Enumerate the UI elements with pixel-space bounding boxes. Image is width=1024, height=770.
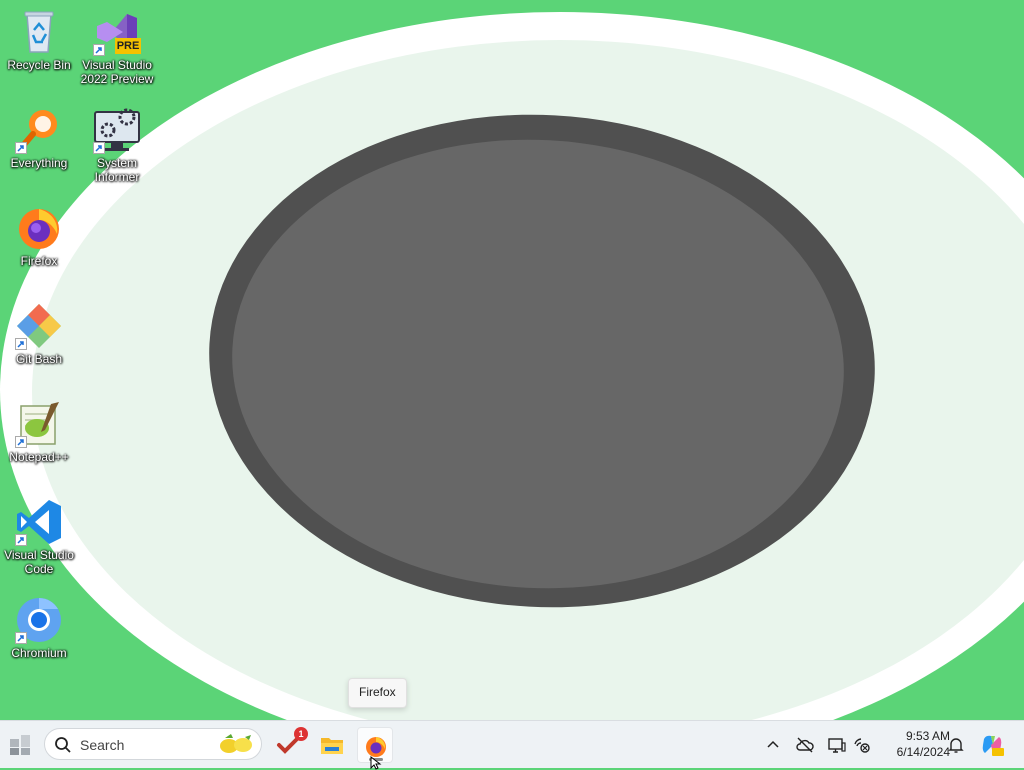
desktop-icon-vscode[interactable]: Visual Studio Code <box>0 498 78 576</box>
shortcut-arrow-icon <box>15 142 27 154</box>
monitor-icon <box>828 738 846 753</box>
chevron-up-icon <box>767 740 779 748</box>
desktop-icon-label: Visual Studio 2022 Preview <box>80 58 154 86</box>
desktop-icon-system-informer[interactable]: System Informer <box>78 106 156 184</box>
search-placeholder: Search <box>80 737 125 753</box>
firefox-icon <box>366 737 386 757</box>
desktop-icon-label: Visual Studio Code <box>4 548 74 576</box>
taskbar: Search 1 9:53 AM 6/14/2024 <box>0 720 1024 768</box>
desktop-icon-everything[interactable]: Everything <box>0 106 78 170</box>
desktop-icon-recycle-bin[interactable]: Recycle Bin <box>0 8 78 72</box>
desktop-icon-label: Firefox <box>20 254 58 268</box>
copilot-button[interactable] <box>974 727 1010 763</box>
desktop-icon-chromium[interactable]: Chromium <box>0 596 78 660</box>
notification-count-badge: 1 <box>294 727 308 741</box>
windows-start-icon <box>10 735 30 755</box>
visual-studio-preview-icon: PRE <box>93 8 141 56</box>
desktop-icon-firefox[interactable]: Firefox <box>0 204 78 268</box>
pre-badge: PRE <box>115 38 141 54</box>
desktop-icon-git-bash[interactable]: Git Bash <box>0 302 78 366</box>
shortcut-arrow-icon <box>15 632 27 644</box>
shortcut-arrow-icon <box>93 44 105 56</box>
shortcut-arrow-icon <box>93 142 105 154</box>
show-hidden-icons-button[interactable] <box>763 735 783 755</box>
desktop-icon-label: Everything <box>10 156 68 170</box>
clock-time: 9:53 AM <box>905 729 950 743</box>
network-disconnected-icon <box>854 738 870 753</box>
firefox-tooltip: Firefox <box>348 678 407 708</box>
taskbar-file-explorer[interactable] <box>314 727 350 763</box>
bell-icon <box>948 738 964 753</box>
system-informer-icon <box>93 106 141 154</box>
search-highlight-lemons-icon <box>220 734 252 753</box>
recycle-bin-icon <box>15 8 63 56</box>
vscode-icon <box>15 498 63 546</box>
taskbar-todo-app[interactable]: 1 <box>270 727 308 763</box>
desktop-icon-visual-studio-preview[interactable]: PRE Visual Studio 2022 Preview <box>78 8 156 86</box>
cloud-offline-icon <box>796 737 814 753</box>
git-bash-icon <box>15 302 63 350</box>
notepad-plus-plus-icon <box>15 400 63 448</box>
network-tray[interactable] <box>852 735 872 755</box>
folder-icon <box>321 738 343 754</box>
start-button[interactable] <box>2 727 38 763</box>
system-clock[interactable]: 9:53 AM 6/14/2024 <box>876 728 950 760</box>
chromium-icon <box>15 596 63 644</box>
desktop-icon-label: Git Bash <box>15 352 63 366</box>
shortcut-arrow-icon <box>15 338 27 350</box>
desktop-icon-label: Notepad++ <box>9 450 69 464</box>
copilot-icon <box>982 735 1004 756</box>
notifications-button[interactable] <box>946 735 966 755</box>
firefox-icon <box>15 204 63 252</box>
shortcut-arrow-icon <box>15 534 27 546</box>
desktop-icon-label: Chromium <box>11 646 67 660</box>
onedrive-tray[interactable] <box>795 735 815 755</box>
search-icon <box>55 737 71 753</box>
clock-date: 6/14/2024 <box>896 745 950 759</box>
shortcut-arrow-icon <box>15 436 27 448</box>
display-tray[interactable] <box>827 735 847 755</box>
everything-search-icon <box>15 106 63 154</box>
desktop-icon-label: System Informer <box>94 156 140 184</box>
desktop-icon-notepad-plus-plus[interactable]: Notepad++ <box>0 400 78 464</box>
taskbar-search-box[interactable]: Search <box>44 728 262 760</box>
desktop-icon-label: Recycle Bin <box>7 58 71 72</box>
